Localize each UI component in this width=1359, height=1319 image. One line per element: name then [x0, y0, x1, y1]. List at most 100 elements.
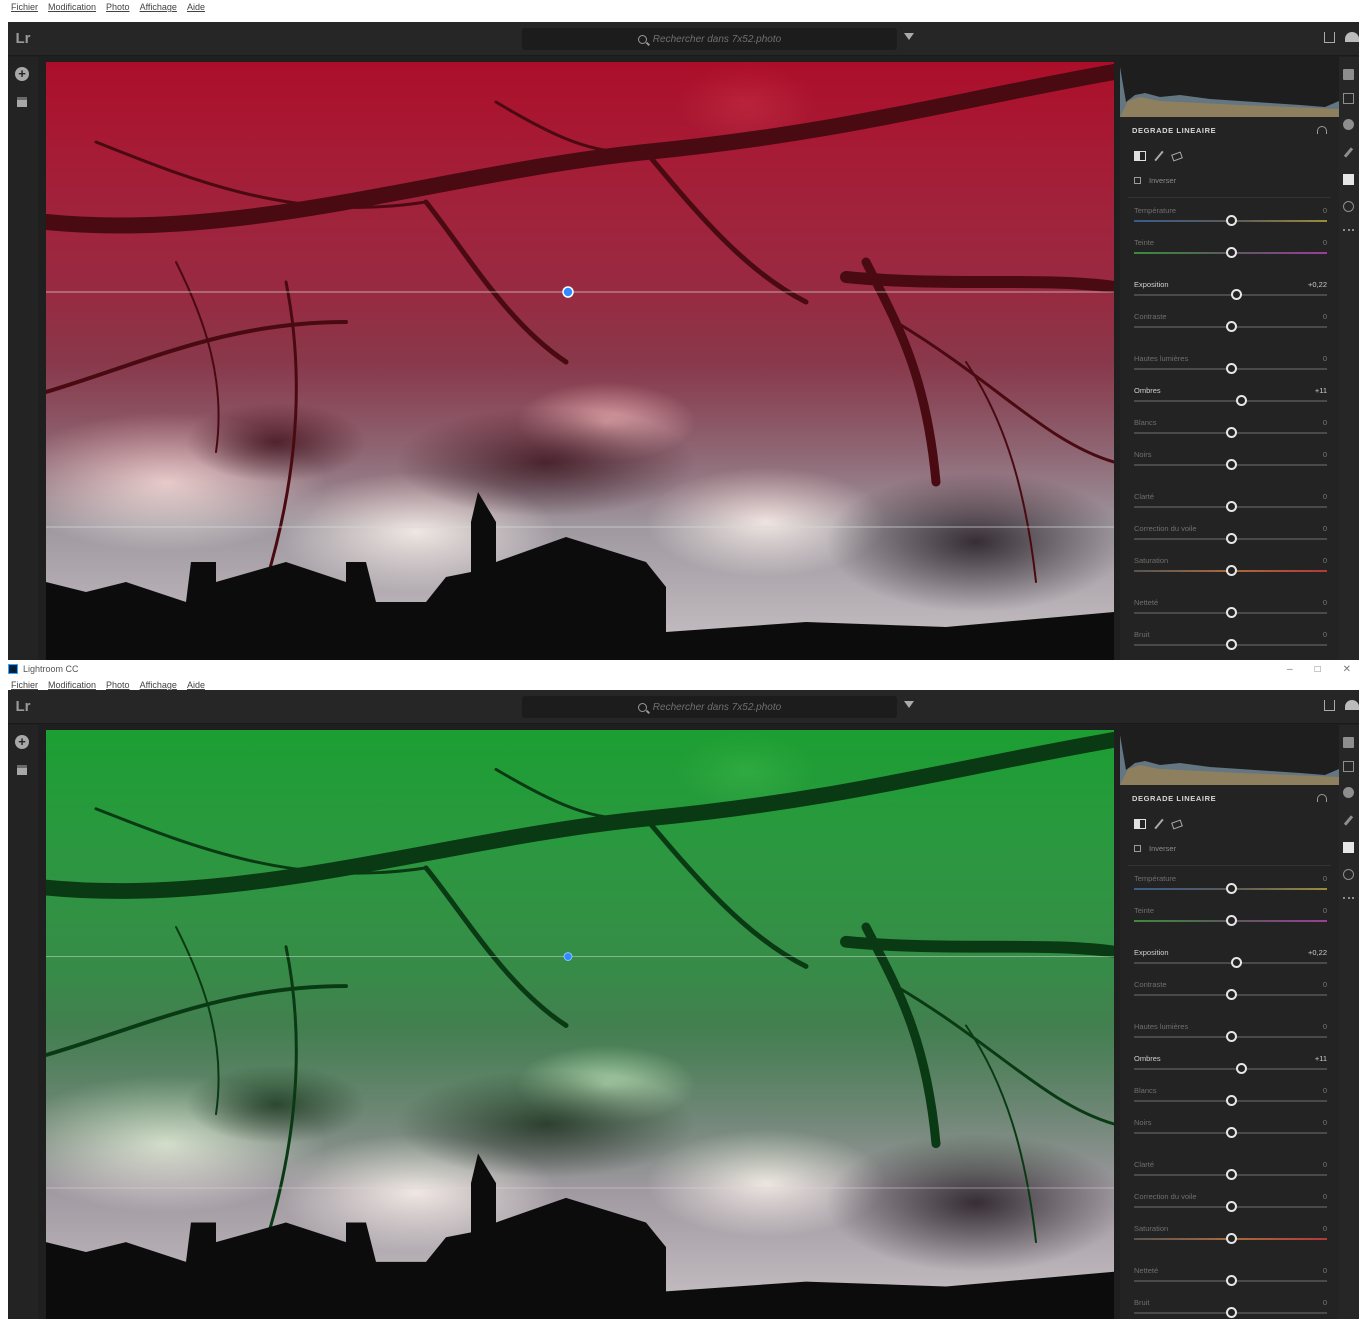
slider-value[interactable]: +11: [1315, 386, 1327, 395]
slider-thumb[interactable]: [1225, 501, 1237, 512]
slider-row[interactable]: Contraste 0: [1120, 976, 1339, 1008]
slider-value[interactable]: 0: [1323, 450, 1327, 459]
slider-row[interactable]: Hautes lumières 0: [1120, 350, 1339, 382]
invert-option[interactable]: Inverser: [1120, 837, 1339, 859]
library-icon[interactable]: [17, 97, 27, 107]
reset-icon[interactable]: [1317, 126, 1327, 134]
slider-value[interactable]: 0: [1323, 906, 1327, 915]
slider-thumb[interactable]: [1225, 1127, 1237, 1138]
slider-row[interactable]: Teinte 0: [1120, 234, 1339, 266]
share-icon[interactable]: [1324, 32, 1335, 43]
photo-canvas[interactable]: [46, 730, 1114, 1319]
slider-row[interactable]: Noirs 0: [1120, 1114, 1339, 1146]
slider-value[interactable]: 0: [1323, 1266, 1327, 1275]
slider-thumb[interactable]: [1231, 957, 1243, 968]
invert-checkbox[interactable]: [1134, 176, 1141, 184]
slider-value[interactable]: 0: [1323, 312, 1327, 321]
slider-thumb[interactable]: [1225, 1307, 1237, 1318]
slider-thumb[interactable]: [1225, 321, 1237, 332]
search-bar[interactable]: Rechercher dans 7x52.photo: [522, 696, 897, 718]
crop-icon[interactable]: [1343, 93, 1354, 104]
slider-thumb[interactable]: [1225, 533, 1237, 544]
brush-icon[interactable]: [1154, 818, 1164, 830]
menu-aide[interactable]: Aide: [187, 2, 205, 12]
slider-thumb[interactable]: [1225, 247, 1237, 258]
slider-row[interactable]: Clarté 0: [1120, 488, 1339, 520]
slider-row[interactable]: Saturation 0: [1120, 1220, 1339, 1252]
crop-icon[interactable]: [1343, 761, 1354, 772]
radial-gradient-icon[interactable]: [1343, 201, 1354, 212]
add-photo-icon[interactable]: +: [15, 735, 29, 749]
slider-value[interactable]: 0: [1323, 1160, 1327, 1169]
slider-row[interactable]: Hautes lumières 0: [1120, 1018, 1339, 1050]
slider-row[interactable]: Saturation 0: [1120, 552, 1339, 584]
close-button[interactable]: ✕: [1343, 664, 1351, 675]
slider-value[interactable]: 0: [1323, 1192, 1327, 1201]
menu-photo[interactable]: Photo: [106, 2, 130, 12]
slider-value[interactable]: +11: [1315, 1054, 1327, 1063]
minimize-button[interactable]: –: [1287, 664, 1293, 675]
slider-thumb[interactable]: [1236, 1063, 1248, 1074]
more-icon[interactable]: [1343, 229, 1354, 231]
slider-row[interactable]: Bruit 0: [1120, 1294, 1339, 1319]
slider-thumb[interactable]: [1225, 1275, 1237, 1286]
gradient-mask-icon[interactable]: [1134, 151, 1146, 161]
edit-icon[interactable]: [1343, 737, 1354, 748]
edit-icon[interactable]: [1343, 69, 1354, 80]
slider-value[interactable]: 0: [1323, 1022, 1327, 1031]
slider-row[interactable]: Température 0: [1120, 870, 1339, 902]
slider-value[interactable]: 0: [1323, 598, 1327, 607]
slider-thumb[interactable]: [1225, 215, 1237, 226]
radial-gradient-icon[interactable]: [1343, 869, 1354, 880]
linear-gradient-icon[interactable]: [1343, 174, 1354, 185]
invert-option[interactable]: Inverser: [1120, 169, 1339, 191]
slider-thumb[interactable]: [1225, 459, 1237, 470]
slider-thumb[interactable]: [1225, 915, 1237, 926]
slider-value[interactable]: 0: [1323, 492, 1327, 501]
menu-affichage[interactable]: Affichage: [140, 680, 177, 690]
slider-value[interactable]: 0: [1323, 1298, 1327, 1307]
menu-modification[interactable]: Modification: [48, 2, 96, 12]
reset-icon[interactable]: [1317, 794, 1327, 802]
menu-affichage[interactable]: Affichage: [140, 2, 177, 12]
linear-gradient-icon[interactable]: [1343, 842, 1354, 853]
invert-checkbox[interactable]: [1134, 844, 1141, 852]
healing-icon[interactable]: [1343, 787, 1354, 798]
library-icon[interactable]: [17, 765, 27, 775]
slider-value[interactable]: +0,22: [1308, 280, 1327, 289]
brush-icon[interactable]: [1154, 150, 1164, 162]
slider-row[interactable]: Bruit 0: [1120, 626, 1339, 658]
eraser-icon[interactable]: [1171, 819, 1183, 829]
slider-row[interactable]: Teinte 0: [1120, 902, 1339, 934]
menu-modification[interactable]: Modification: [48, 680, 96, 690]
slider-thumb[interactable]: [1236, 395, 1248, 406]
slider-thumb[interactable]: [1225, 639, 1237, 650]
slider-row[interactable]: Exposition +0,22: [1120, 944, 1339, 976]
slider-row[interactable]: Correction du voile 0: [1120, 520, 1339, 552]
photo-canvas[interactable]: [46, 62, 1114, 660]
slider-value[interactable]: 0: [1323, 874, 1327, 883]
menu-aide[interactable]: Aide: [187, 680, 205, 690]
menu-fichier[interactable]: Fichier: [11, 2, 38, 12]
slider-value[interactable]: 0: [1323, 1118, 1327, 1127]
filter-icon[interactable]: [904, 33, 914, 40]
slider-value[interactable]: 0: [1323, 524, 1327, 533]
slider-thumb[interactable]: [1225, 989, 1237, 1000]
slider-row[interactable]: Correction du voile 0: [1120, 1188, 1339, 1220]
slider-thumb[interactable]: [1225, 565, 1237, 576]
maximize-button[interactable]: □: [1315, 664, 1321, 675]
slider-row[interactable]: Netteté 0: [1120, 594, 1339, 626]
slider-thumb[interactable]: [1225, 1233, 1237, 1244]
slider-thumb[interactable]: [1225, 427, 1237, 438]
slider-value[interactable]: 0: [1323, 980, 1327, 989]
add-photo-icon[interactable]: +: [15, 67, 29, 81]
slider-thumb[interactable]: [1225, 1201, 1237, 1212]
slider-track[interactable]: [1134, 1068, 1327, 1070]
slider-thumb[interactable]: [1225, 1169, 1237, 1180]
slider-value[interactable]: 0: [1323, 1086, 1327, 1095]
slider-value[interactable]: 0: [1323, 238, 1327, 247]
slider-value[interactable]: 0: [1323, 354, 1327, 363]
slider-row[interactable]: Température 0: [1120, 202, 1339, 234]
slider-thumb[interactable]: [1225, 883, 1237, 894]
slider-value[interactable]: 0: [1323, 1224, 1327, 1233]
